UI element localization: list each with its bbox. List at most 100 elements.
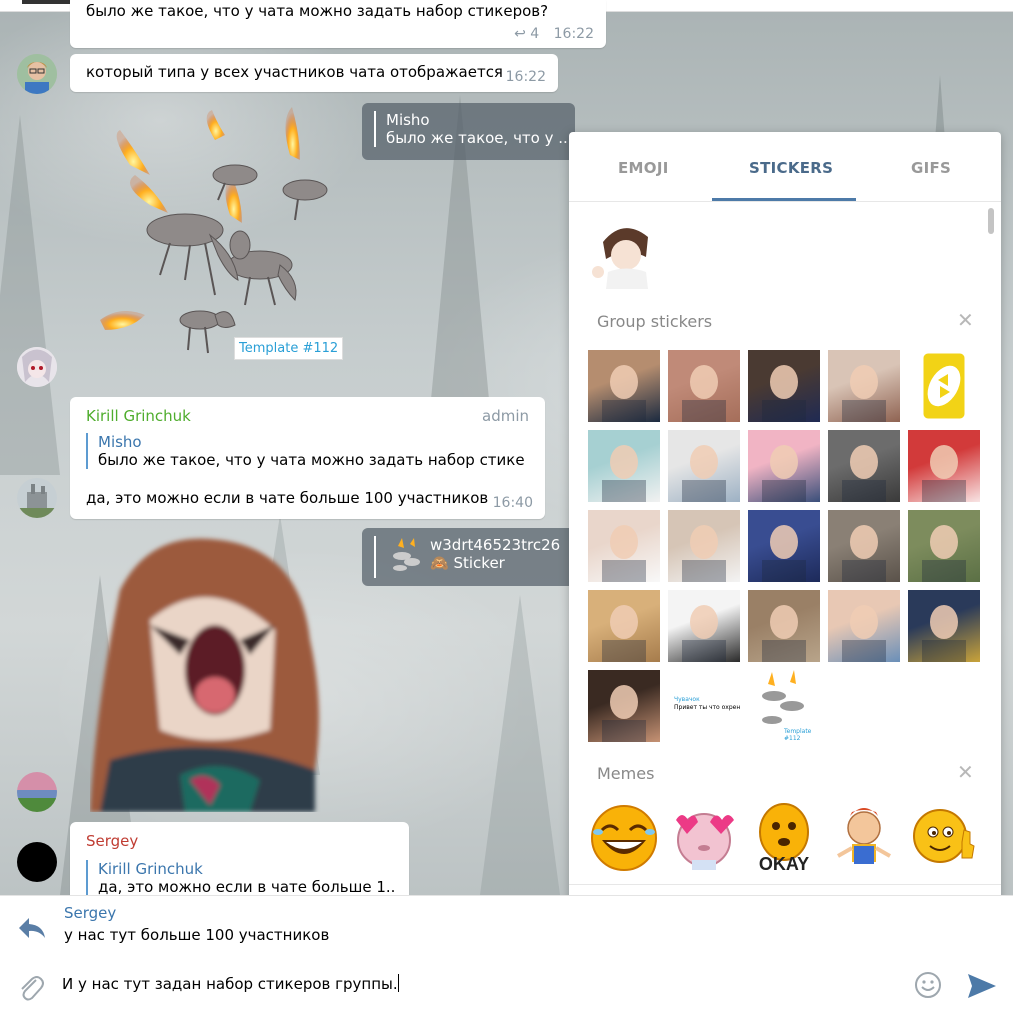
sticker-meme-kid[interactable]: [828, 800, 900, 872]
sticker-face: [682, 445, 726, 502]
sticker-face: [762, 365, 806, 422]
sticker-face: [682, 605, 726, 662]
group-sticker[interactable]: [908, 350, 980, 422]
message-sender[interactable]: Kirill Grinchuk: [86, 407, 191, 425]
group-sticker[interactable]: [828, 430, 900, 502]
group-sticker[interactable]: [748, 430, 820, 502]
sticker-image: [591, 805, 657, 871]
sticker-image: [913, 809, 975, 863]
tab-emoji[interactable]: EMOJI: [618, 159, 669, 177]
sticker-face: [682, 365, 726, 422]
sticker-meme-pink-heart[interactable]: [668, 800, 740, 872]
group-sticker[interactable]: [668, 350, 740, 422]
panel-tabs: EMOJI STICKERS GIFS: [569, 132, 1001, 202]
reply-sticker-thumb: [393, 538, 420, 571]
message-bubble[interactable]: который типа у всех участников чата отоб…: [70, 54, 558, 92]
message-bubble[interactable]: Kirill Grinchuk admin Misho было же тако…: [70, 397, 545, 519]
monkey-emoji-icon: 🙈: [430, 554, 449, 572]
group-sticker[interactable]: [828, 590, 900, 662]
avatar[interactable]: [17, 478, 57, 518]
sticker-reply-header[interactable]: Misho было же такое, что у ...: [362, 103, 575, 160]
sticker-face: [602, 685, 646, 742]
sticker-face: [602, 445, 646, 502]
tab-gifs[interactable]: GIFS: [911, 159, 951, 177]
send-arrow-icon[interactable]: [966, 972, 998, 1000]
sticker-face: [602, 525, 646, 582]
group-sticker[interactable]: [588, 510, 660, 582]
sticker-image: [676, 813, 734, 870]
group-sticker[interactable]: [908, 590, 980, 662]
avatar[interactable]: [17, 54, 57, 94]
message-sender[interactable]: Sergey: [86, 832, 138, 850]
close-icon[interactable]: ✕: [957, 760, 974, 784]
group-sticker[interactable]: [748, 590, 820, 662]
sticker-anime-scream[interactable]: [90, 530, 335, 812]
avatar[interactable]: [17, 347, 57, 387]
avatar-photo: [17, 54, 57, 94]
mini-chat-line1: Чувачок: [674, 696, 700, 703]
group-sticker[interactable]: [588, 670, 660, 742]
sticker-face: [762, 445, 806, 502]
sticker-recent-anime-boy[interactable]: [588, 217, 663, 289]
group-sticker[interactable]: [588, 590, 660, 662]
group-sticker[interactable]: [908, 510, 980, 582]
bg-tree: [0, 115, 60, 475]
reply-preview[interactable]: Sergey у нас тут больше 100 участников: [64, 904, 329, 944]
sticker-reply-header[interactable]: w3drt46523trc26 🙈 Sticker: [362, 528, 575, 586]
quoted-reply[interactable]: Kirill Grinchuk да, это можно если в чат…: [86, 860, 396, 896]
group-sticker[interactable]: [668, 510, 740, 582]
compose-area: Sergey у нас тут больше 100 участников И…: [0, 895, 1013, 1013]
sticker-image: [592, 228, 648, 289]
avatar[interactable]: [17, 842, 57, 882]
message-bubble[interactable]: было же такое, что у чата можно задать н…: [70, 0, 606, 48]
quoted-reply[interactable]: Misho было же такое, что у чата можно за…: [86, 433, 526, 469]
section-title: Group stickers: [597, 312, 713, 331]
reply-quote: Misho было же такое, что у ...: [374, 111, 573, 147]
avatar-photo: [17, 478, 57, 518]
sticker-panel[interactable]: EMOJI STICKERS GIFS Group stickers ✕ Чув…: [569, 132, 1001, 943]
reply-text: было же такое, что у ...: [386, 129, 573, 147]
group-sticker[interactable]: [908, 430, 980, 502]
quote-text: было же такое, что у чата можно задать н…: [98, 451, 526, 469]
group-sticker[interactable]: [588, 430, 660, 502]
tab-stickers[interactable]: STICKERS: [749, 159, 833, 177]
reply-name: Misho: [386, 111, 430, 129]
message-input[interactable]: И у нас тут задан набор стикеров группы.: [62, 974, 882, 998]
reply-name: w3drt46523trc26: [430, 536, 561, 554]
group-sticker[interactable]: [828, 510, 900, 582]
window-tab: [22, 0, 70, 4]
group-sticker[interactable]: Template #112: [748, 670, 820, 742]
message-text: да, это можно если в чате больше 100 уча…: [86, 489, 489, 507]
sticker-meme-okay[interactable]: OKAY: [748, 800, 820, 872]
avatar[interactable]: [17, 772, 57, 812]
active-tab-indicator: [712, 198, 856, 201]
svg-text:OKAY: OKAY: [759, 854, 809, 872]
group-sticker[interactable]: [668, 430, 740, 502]
emoji-smile-icon[interactable]: [913, 970, 943, 1000]
panel-scrollbar[interactable]: [988, 208, 994, 234]
message-time: 16:40: [492, 495, 533, 511]
sticker-flying-donkeys[interactable]: Template #112: [90, 105, 350, 380]
sticker-face: [842, 605, 886, 662]
sticker-meme-thumbs-up[interactable]: [908, 800, 980, 872]
uno-reverse-card: [920, 350, 968, 422]
sticker-face: [842, 525, 886, 582]
sticker-face: [922, 525, 966, 582]
avatar-photo: [17, 347, 57, 387]
sticker-meme-laughing[interactable]: [588, 800, 660, 872]
sticker-face: [922, 605, 966, 662]
reply-arrow-icon: [19, 918, 45, 938]
bg-tree: [480, 595, 560, 895]
group-sticker[interactable]: [748, 510, 820, 582]
message-text: было же такое, что у чата можно задать н…: [86, 2, 549, 20]
sticker-face: [842, 445, 886, 502]
sticker-face: [762, 525, 806, 582]
group-sticker[interactable]: [668, 590, 740, 662]
group-sticker[interactable]: [748, 350, 820, 422]
attach-paperclip-icon[interactable]: [16, 972, 44, 1002]
message-bubble[interactable]: Sergey Kirill Grinchuk да, это можно есл…: [70, 822, 409, 902]
group-sticker[interactable]: ЧувачокПривет ты что охренел: [668, 670, 740, 742]
group-sticker[interactable]: [588, 350, 660, 422]
group-sticker[interactable]: [828, 350, 900, 422]
close-icon[interactable]: ✕: [957, 308, 974, 332]
